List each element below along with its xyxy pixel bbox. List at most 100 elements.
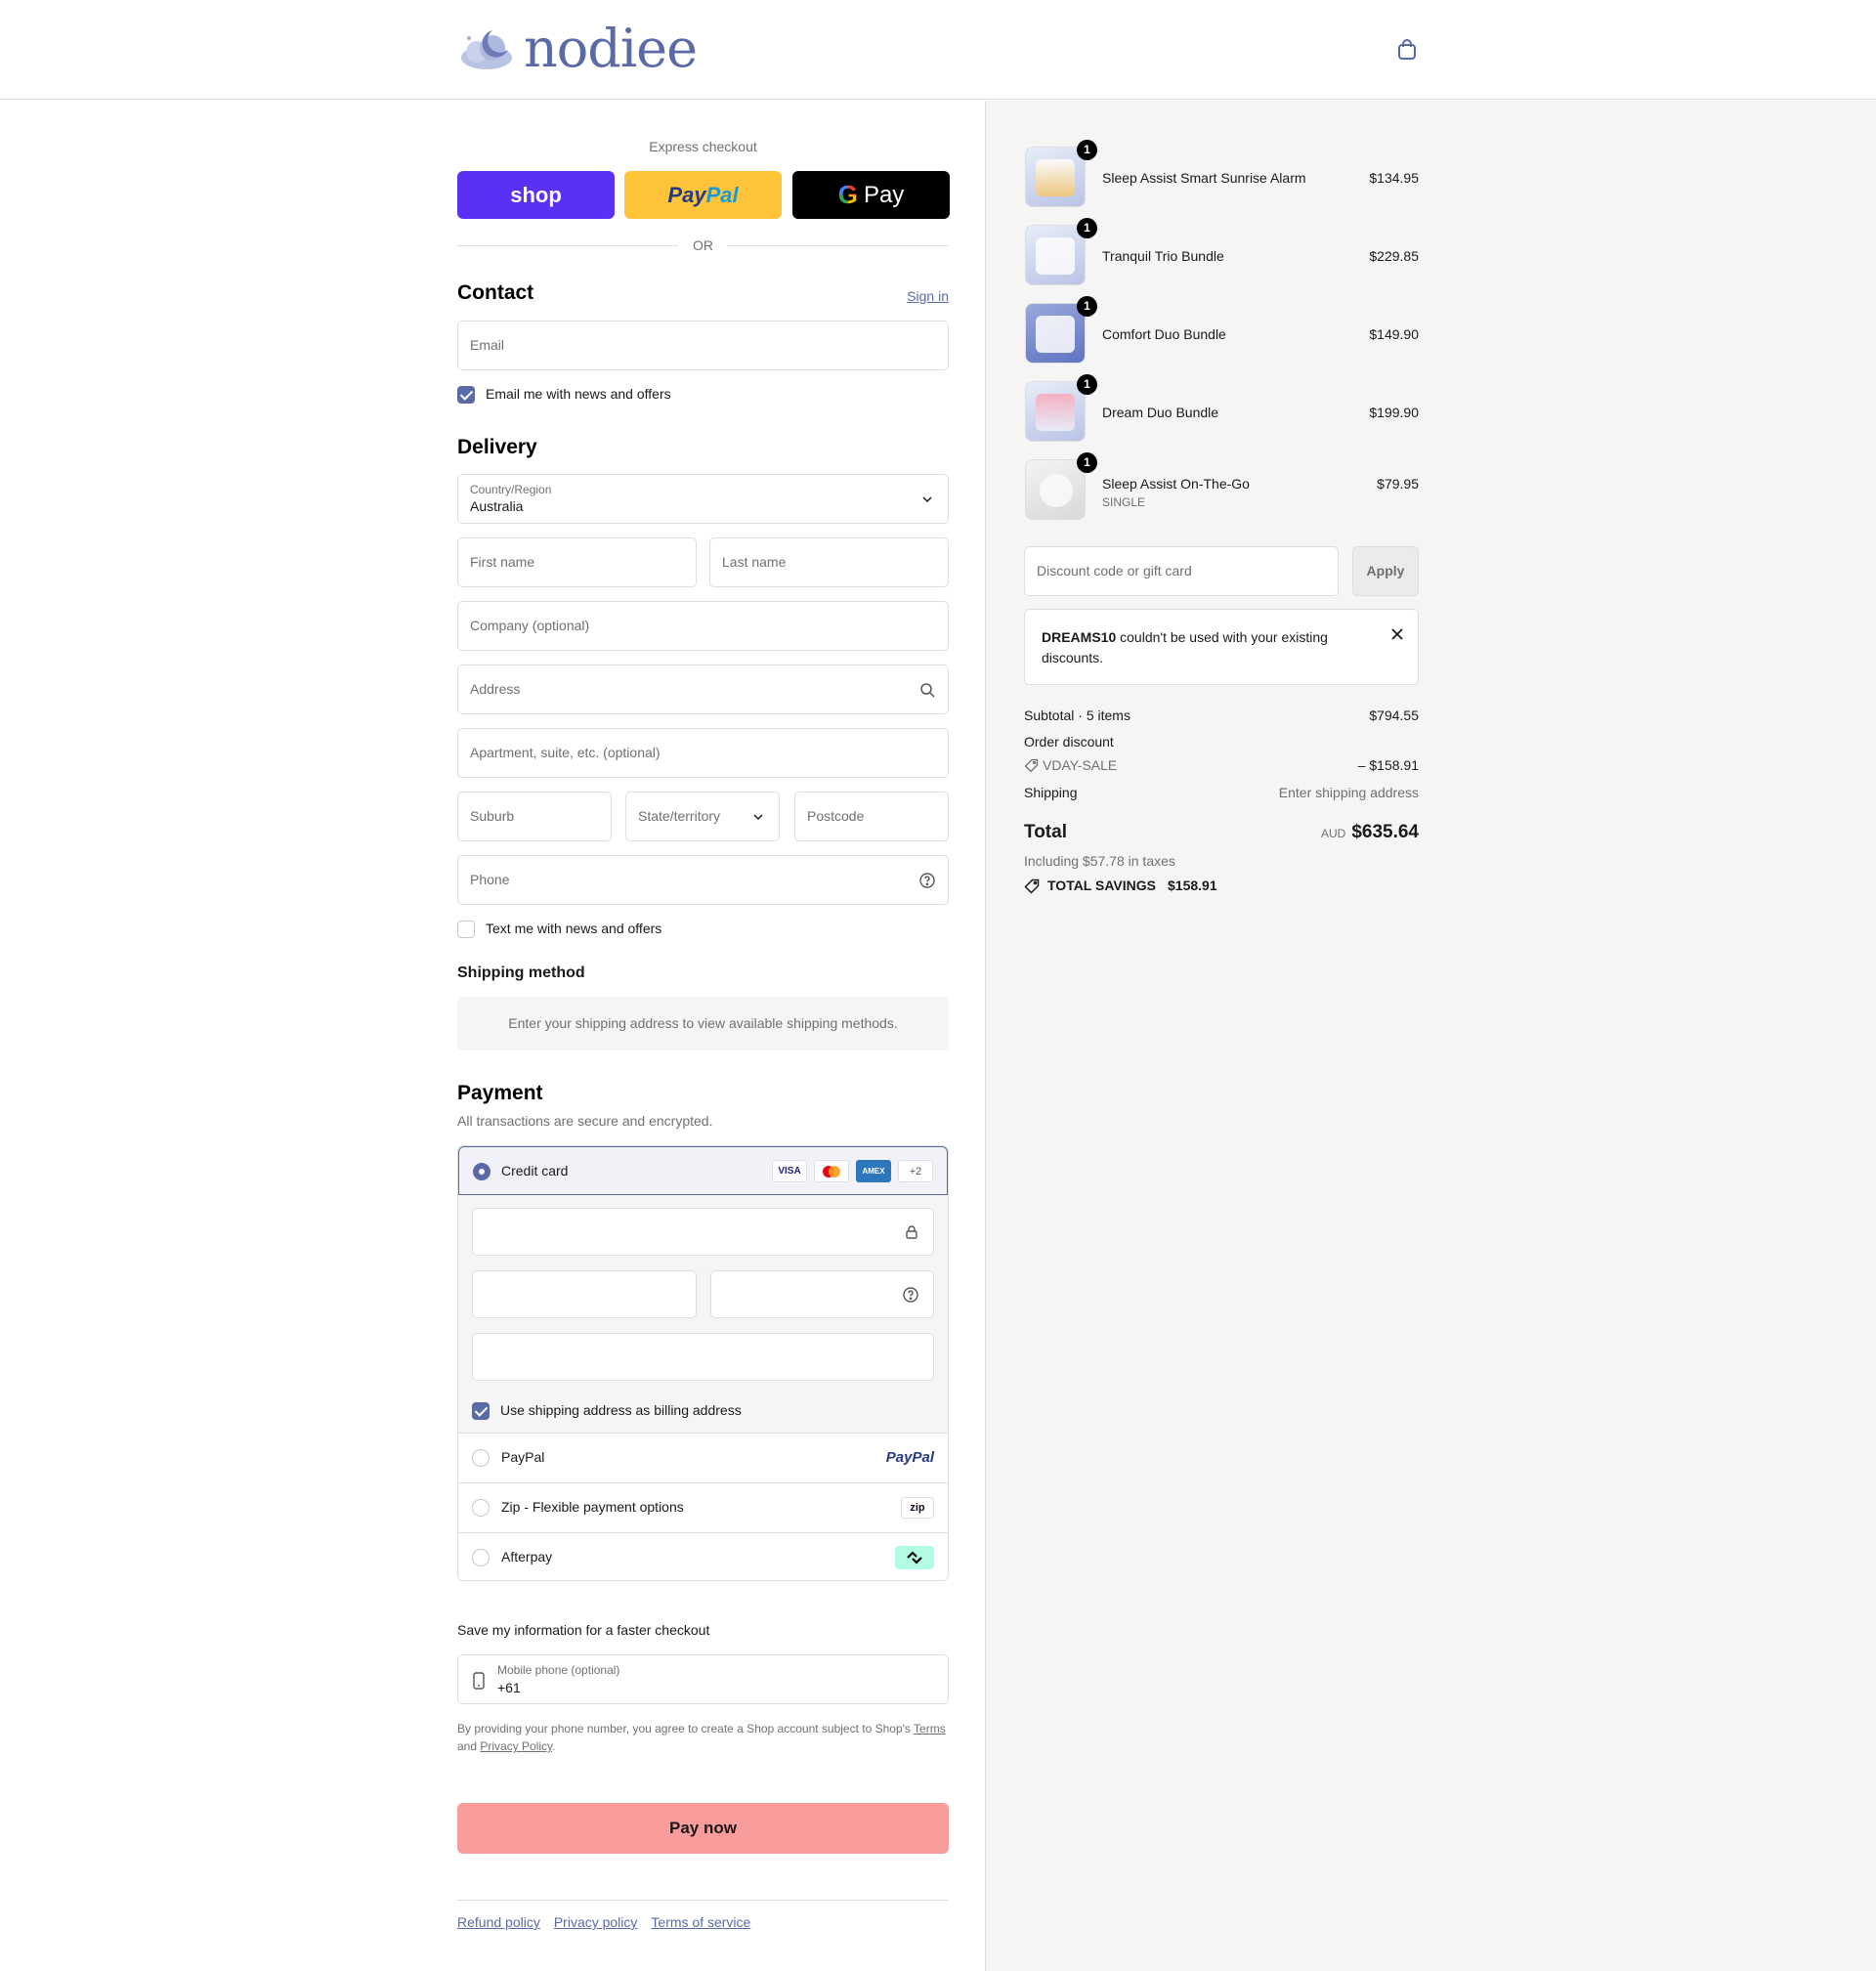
product-name: Sleep Assist On-The-Go (1102, 476, 1250, 492)
billing-same-label: Use shipping address as billing address (500, 1402, 742, 1418)
card-number-field[interactable] (472, 1208, 934, 1256)
afterpay-option-label: Afterpay (501, 1549, 553, 1564)
product-price: $149.90 (1369, 326, 1419, 342)
credit-card-radio[interactable] (473, 1163, 490, 1180)
afterpay-option[interactable]: Afterpay (458, 1532, 948, 1580)
address-placeholder: Address (470, 681, 521, 697)
product-name: Dream Duo Bundle (1102, 405, 1219, 420)
discount-placeholder: Discount code or gift card (1037, 563, 1192, 578)
discount-code-input[interactable]: Discount code or gift card (1024, 546, 1339, 596)
shipping-value: Enter shipping address (1278, 785, 1419, 800)
google-g-icon: G (837, 180, 858, 209)
company-field[interactable]: Company (optional) (457, 601, 949, 651)
credit-card-option[interactable]: Credit card VISA AMEX +2 (458, 1146, 948, 1195)
shop-legal-text: By providing your phone number, you agre… (457, 1722, 946, 1753)
quantity-badge: 1 (1077, 296, 1097, 317)
gpay-label: Pay (863, 181, 905, 208)
product-price: $229.85 (1369, 248, 1419, 264)
email-news-label: Email me with news and offers (486, 386, 671, 402)
country-select[interactable]: Country/Region Australia (457, 474, 949, 524)
shop-pay-button[interactable]: shop (457, 171, 615, 219)
payment-subtitle: All transactions are secure and encrypte… (457, 1113, 713, 1129)
help-circle-icon[interactable] (918, 872, 936, 889)
first-name-placeholder: First name (470, 554, 535, 570)
quantity-badge: 1 (1077, 452, 1097, 473)
expiry-field[interactable] (472, 1270, 697, 1318)
paypal-radio[interactable] (472, 1449, 490, 1467)
product-thumbnail: 1 (1025, 140, 1097, 207)
paypal-express-button[interactable]: PayPal (624, 171, 782, 219)
zip-option[interactable]: Zip - Flexible payment options zip (458, 1482, 948, 1532)
zip-logo-icon: zip (901, 1497, 934, 1519)
subtotal-label: Subtotal · 5 items (1024, 707, 1130, 723)
product-price: $199.90 (1369, 405, 1419, 420)
brand-logo[interactable]: nodiee (457, 18, 698, 79)
brand-name: nodiee (524, 18, 698, 79)
order-discount-row: Order discount (1024, 734, 1419, 750)
postcode-placeholder: Postcode (807, 808, 865, 824)
security-code-field[interactable] (710, 1270, 934, 1318)
mobile-phone-value: +61 (497, 1680, 521, 1695)
product-price: $79.95 (1377, 476, 1419, 492)
chevron-down-icon (753, 814, 763, 821)
tag-icon (1024, 878, 1040, 894)
privacy-policy-link[interactable]: Privacy policy (554, 1914, 638, 1930)
credit-card-label: Credit card (501, 1163, 569, 1178)
help-circle-icon[interactable] (902, 1286, 919, 1304)
subtotal-row: Subtotal · 5 items $794.55 (1024, 707, 1419, 723)
total-label: Total (1024, 822, 1067, 842)
state-select[interactable]: State/territory (625, 792, 780, 841)
shipping-row: Shipping Enter shipping address (1024, 785, 1419, 800)
zip-radio[interactable] (472, 1499, 490, 1517)
pay-now-button[interactable]: Pay now (457, 1803, 949, 1854)
amex-logo-icon: AMEX (856, 1160, 891, 1182)
save-info-heading: Save my information for a faster checkou… (457, 1622, 710, 1638)
refund-policy-link[interactable]: Refund policy (457, 1914, 540, 1930)
list-item: 1 Dream Duo Bundle $199.90 (1024, 374, 1419, 444)
phone-field[interactable]: Phone (457, 855, 949, 905)
suburb-field[interactable]: Suburb (457, 792, 612, 841)
afterpay-logo-icon (895, 1546, 934, 1569)
email-news-checkbox[interactable] (457, 386, 475, 404)
google-pay-button[interactable]: G Pay (792, 171, 950, 219)
subtotal-value: $794.55 (1369, 707, 1419, 723)
product-name: Comfort Duo Bundle (1102, 326, 1226, 342)
shop-privacy-link[interactable]: Privacy Policy (480, 1739, 552, 1753)
list-item: 1 Sleep Assist Smart Sunrise Alarm $134.… (1024, 140, 1419, 209)
shopping-bag-icon[interactable] (1395, 38, 1419, 62)
sign-in-link[interactable]: Sign in (907, 288, 949, 304)
close-icon[interactable] (1390, 627, 1404, 641)
apply-discount-button[interactable]: Apply (1352, 546, 1419, 596)
shop-terms-link[interactable]: Terms (914, 1722, 946, 1735)
name-on-card-field[interactable] (472, 1333, 934, 1381)
afterpay-radio[interactable] (472, 1549, 490, 1566)
first-name-field[interactable]: First name (457, 537, 697, 587)
discount-code-name: VDAY-SALE (1043, 757, 1118, 773)
billing-same-checkbox[interactable] (472, 1402, 490, 1420)
postcode-field[interactable]: Postcode (794, 792, 949, 841)
mastercard-logo-icon (814, 1160, 849, 1182)
product-thumbnail: 1 (1025, 218, 1097, 285)
address-field[interactable]: Address (457, 664, 949, 714)
mobile-phone-label: Mobile phone (optional) (497, 1663, 620, 1677)
product-variant: SINGLE (1102, 495, 1146, 509)
shop-label: shop (510, 182, 562, 207)
list-item: 1 Sleep Assist On-The-Go SINGLE $79.95 (1024, 452, 1419, 522)
terms-of-service-link[interactable]: Terms of service (651, 1914, 750, 1930)
mobile-phone-field[interactable]: Mobile phone (optional) +61 (457, 1654, 949, 1704)
footer-divider (457, 1900, 949, 1901)
paypal-option[interactable]: PayPal PayPal (458, 1433, 948, 1482)
product-thumbnail: 1 (1025, 374, 1097, 442)
apartment-field[interactable]: Apartment, suite, etc. (optional) (457, 728, 949, 778)
quantity-badge: 1 (1077, 140, 1097, 160)
or-label: OR (693, 237, 713, 253)
last-name-field[interactable]: Last name (709, 537, 949, 587)
visa-logo-icon: VISA (772, 1160, 807, 1182)
email-field[interactable]: Email (457, 321, 949, 370)
state-placeholder: State/territory (638, 808, 721, 824)
discount-code-value: – $158.91 (1357, 757, 1419, 773)
search-icon (920, 683, 935, 698)
text-news-checkbox[interactable] (457, 921, 475, 938)
paypal-logo-icon: PayPal (667, 182, 739, 207)
product-thumbnail: 1 (1025, 452, 1097, 520)
